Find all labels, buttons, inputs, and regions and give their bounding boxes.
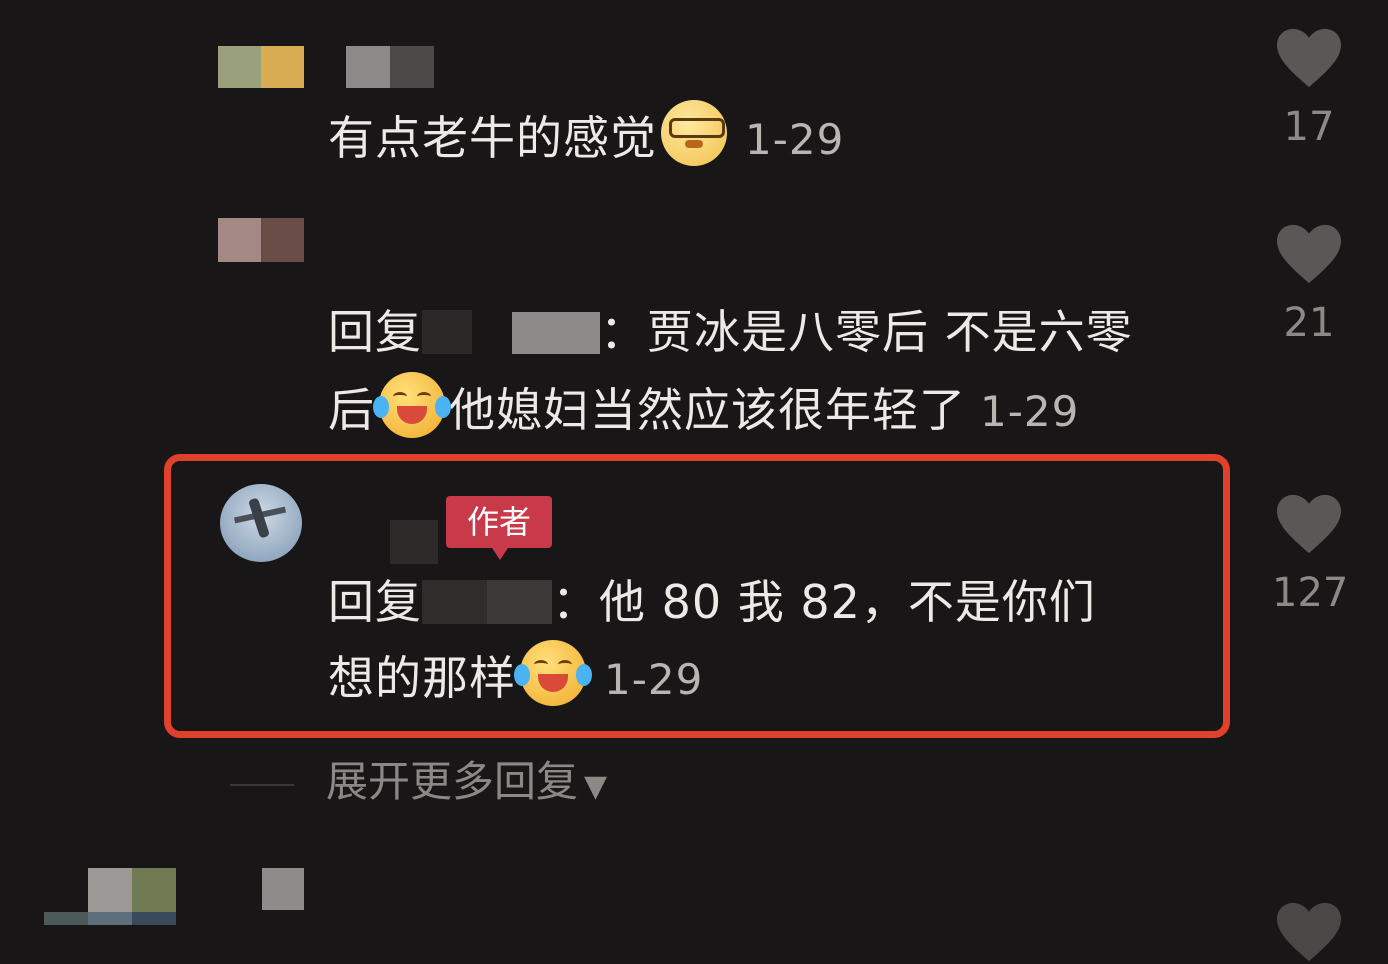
user-avatar-blurred[interactable] [44, 868, 176, 925]
comment-1-text: 有点老牛的感觉 1-29 [328, 100, 844, 178]
comment-text: 后 [328, 383, 375, 437]
expand-replies-button[interactable]: 展开更多回复 ▼ [326, 752, 607, 817]
comment-date: 1-29 [745, 115, 845, 164]
comment-text: 想的那样 [328, 651, 516, 705]
comment-2-line-1: 回复 ：贾冰是八零后 不是六零 [328, 294, 1133, 370]
laugh-cry-emoji-icon [514, 640, 592, 706]
heart-icon [1277, 902, 1341, 962]
author-avatar[interactable] [220, 484, 302, 562]
heart-icon [1277, 28, 1341, 88]
comment-text: 他媳妇当然应该很年轻了 [449, 383, 966, 437]
like-count: 17 [1283, 104, 1335, 150]
comment-2-line-2: 后 他媳妇当然应该很年轻了 1-29 [328, 372, 1079, 450]
comment-text: 有点老牛的感觉 [328, 111, 657, 165]
sweat-cool-emoji-icon [661, 100, 727, 166]
reply-target-name-blurred[interactable] [512, 312, 600, 354]
reply-target-blurred[interactable] [422, 580, 552, 624]
expand-replies-label: 展开更多回复 [326, 757, 579, 806]
reply-prefix: 回复 [328, 305, 422, 359]
like-button-comment-3[interactable]: 127 [1272, 492, 1349, 618]
like-button-comment-4[interactable] [1272, 900, 1346, 964]
username-blurred[interactable] [346, 46, 434, 88]
reply-prefix: 回复 [328, 575, 422, 629]
like-count: 21 [1283, 300, 1335, 346]
comment-text: ：他 80 我 82，不是你们 [552, 575, 1096, 629]
caret-down-icon: ▼ [584, 769, 608, 804]
heart-icon [1277, 224, 1341, 284]
divider-line [230, 784, 294, 786]
author-badge: 作者 [446, 496, 552, 560]
comment-text: ：贾冰是八零后 不是六零 [600, 305, 1133, 359]
like-count: 127 [1272, 570, 1349, 616]
comment-3-line-1: 回复 ：他 80 我 82，不是你们 [328, 564, 1096, 640]
author-name-blurred[interactable] [390, 520, 438, 564]
heart-icon [1277, 494, 1341, 554]
laugh-cry-emoji-icon [373, 372, 451, 438]
username-blurred[interactable] [262, 868, 304, 910]
like-button-comment-2[interactable]: 21 [1272, 222, 1346, 348]
comment-date: 1-29 [980, 387, 1080, 436]
like-button-comment-1[interactable]: 17 [1272, 26, 1346, 152]
reply-target-blurred[interactable] [422, 310, 472, 354]
user-avatar-blurred[interactable] [218, 46, 304, 88]
comment-3-line-2: 想的那样 1-29 [328, 640, 703, 718]
user-avatar-blurred[interactable] [218, 218, 304, 262]
comment-date: 1-29 [604, 655, 704, 704]
